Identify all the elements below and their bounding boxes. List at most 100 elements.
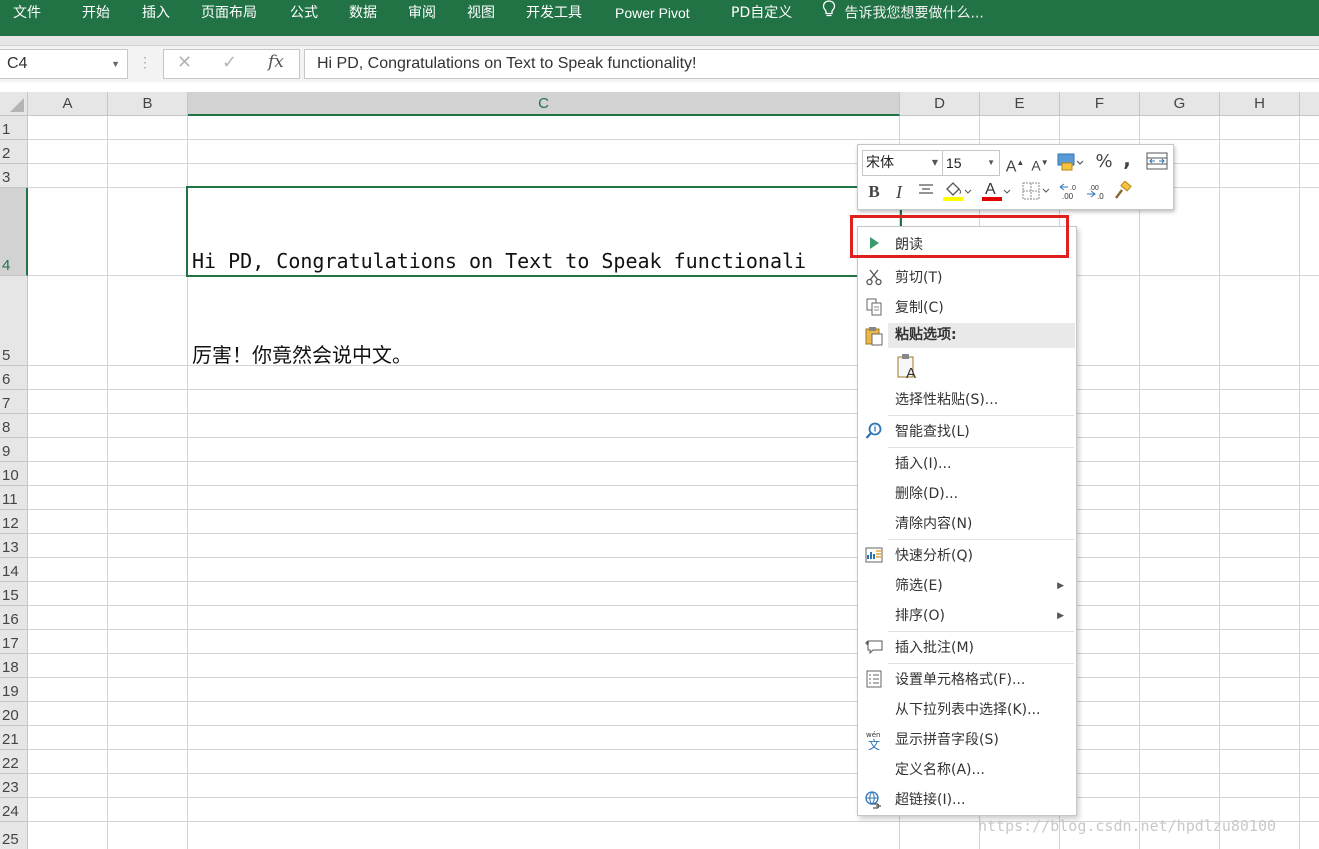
svg-text:A: A (906, 365, 916, 381)
formula-bar-resize-handle[interactable]: · · · (142, 52, 148, 74)
menu-item-delete[interactable]: 删除(D)... (858, 479, 1076, 509)
column-header-d[interactable]: D (900, 92, 980, 116)
row-number: 22 (2, 755, 19, 772)
tab-power-pivot[interactable]: Power Pivot (615, 0, 690, 30)
row-header-25[interactable]: 25 (0, 822, 28, 849)
row-header-6[interactable]: 6 (0, 366, 28, 390)
row-header-7[interactable]: 7 (0, 390, 28, 414)
row-header-9[interactable]: 9 (0, 438, 28, 462)
grid-line (28, 797, 1319, 798)
menu-item-hyperlink[interactable]: 超链接(I)... (858, 785, 1076, 815)
row-header-14[interactable]: 14 (0, 558, 28, 582)
paste-keep-text-only-button[interactable]: A (895, 353, 921, 382)
tab-data[interactable]: 数据 (349, 0, 377, 30)
row-header-21[interactable]: 21 (0, 726, 28, 750)
row-number: 4 (2, 257, 11, 274)
row-header-15[interactable]: 15 (0, 582, 28, 606)
increase-decimal-icon[interactable]: .00.0 (1057, 181, 1083, 207)
increase-font-size-icon[interactable]: A▲ (1005, 152, 1025, 178)
tab-file[interactable]: 文件 (13, 0, 41, 30)
format-cells-icon (864, 670, 884, 690)
row-header-20[interactable]: 20 (0, 702, 28, 726)
format-painter-icon[interactable] (1111, 180, 1135, 207)
menu-item-clear-contents[interactable]: 清除内容(N) (858, 509, 1076, 539)
menu-item-cut[interactable]: 剪切(T) (858, 263, 1076, 293)
row-header-11[interactable]: 11 (0, 486, 28, 510)
row-header-24[interactable]: 24 (0, 798, 28, 822)
merge-center-icon[interactable] (1145, 151, 1169, 177)
tab-page-layout[interactable]: 页面布局 (201, 0, 257, 30)
menu-item-insert-comment[interactable]: 插入批注(M) (858, 633, 1076, 663)
tab-formulas[interactable]: 公式 (290, 0, 318, 30)
comma-style-button[interactable]: , (1120, 148, 1134, 170)
menu-item-copy[interactable]: 复制(C) (858, 293, 1076, 323)
tab-developer[interactable]: 开发工具 (526, 0, 582, 30)
menu-item-format-cells[interactable]: 设置单元格格式(F)... (858, 665, 1076, 695)
row-number: 5 (2, 347, 11, 364)
column-header-h[interactable]: H (1220, 92, 1300, 116)
fill-color-icon[interactable] (941, 180, 973, 208)
row-header-3[interactable]: 3 (0, 164, 28, 188)
row-header-2[interactable]: 2 (0, 140, 28, 164)
row-header-23[interactable]: 23 (0, 774, 28, 798)
row-header-4[interactable]: 4 (0, 188, 28, 276)
row-header-17[interactable]: 17 (0, 630, 28, 654)
column-header-c[interactable]: C (188, 92, 900, 116)
tell-me-search[interactable]: 告诉我您想要做什么... (822, 0, 984, 30)
cell-c5[interactable]: 厉害！你竟然会说中文。 (192, 339, 412, 368)
tab-review[interactable]: 审阅 (408, 0, 436, 30)
row-header-10[interactable]: 10 (0, 462, 28, 486)
row-header-16[interactable]: 16 (0, 606, 28, 630)
menu-item-filter[interactable]: 筛选(E) ▶ (858, 571, 1076, 601)
enter-check-icon[interactable]: ✓ (222, 52, 237, 73)
column-header-b[interactable]: B (108, 92, 188, 116)
menu-item-pick-from-dropdown[interactable]: 从下拉列表中选择(K)... (858, 695, 1076, 725)
paste-options-header: 粘贴选项: (888, 323, 1075, 348)
tab-view[interactable]: 视图 (467, 0, 495, 30)
column-header-partial[interactable] (1300, 92, 1319, 116)
menu-item-insert[interactable]: 插入(I)... (858, 449, 1076, 479)
font-color-icon[interactable]: A (980, 180, 1012, 208)
font-size-dropdown[interactable]: 15 ▼ (942, 150, 1000, 176)
row-header-1[interactable]: 1 (0, 116, 28, 140)
borders-icon[interactable] (1020, 181, 1052, 207)
tab-home[interactable]: 开始 (82, 0, 110, 30)
percent-style-button[interactable]: % (1094, 151, 1114, 173)
cancel-icon[interactable]: ✕ (177, 52, 192, 73)
menu-item-show-phonetic[interactable]: wén 文 显示拼音字段(S) (858, 725, 1076, 755)
column-header-a[interactable]: A (28, 92, 108, 116)
column-header-e[interactable]: E (980, 92, 1060, 116)
formula-input[interactable]: Hi PD, Congratulations on Text to Speak … (304, 49, 1319, 79)
menu-item-smart-lookup[interactable]: 智能查找(L) (858, 417, 1076, 447)
decrease-decimal-icon[interactable]: .00.0 (1084, 181, 1110, 207)
column-header-g[interactable]: G (1140, 92, 1220, 116)
column-header-f[interactable]: F (1060, 92, 1140, 116)
menu-item-label: 清除内容(N) (895, 516, 973, 532)
insert-function-button[interactable]: fx (268, 52, 284, 72)
name-box[interactable]: C4 ▼ (0, 49, 128, 79)
grid-line (28, 725, 1319, 726)
italic-button[interactable]: I (891, 181, 907, 203)
row-header-18[interactable]: 18 (0, 654, 28, 678)
row-header-12[interactable]: 12 (0, 510, 28, 534)
row-number: 14 (2, 563, 19, 580)
cell-styles-icon[interactable] (1055, 151, 1085, 179)
row-header-8[interactable]: 8 (0, 414, 28, 438)
tab-pd-custom[interactable]: PD自定义 (731, 0, 792, 30)
menu-item-define-name[interactable]: 定义名称(A)... (858, 755, 1076, 785)
menu-item-sort[interactable]: 排序(O) ▶ (858, 601, 1076, 631)
menu-item-label: 快速分析(Q) (895, 548, 973, 564)
row-header-5[interactable]: 5 (0, 276, 28, 366)
menu-item-quick-analysis[interactable]: 快速分析(Q) (858, 541, 1076, 571)
font-name-dropdown[interactable]: 宋体 ▼ (862, 150, 943, 176)
chevron-down-icon[interactable]: ▼ (111, 50, 120, 78)
decrease-font-size-icon[interactable]: A▼ (1030, 152, 1050, 177)
align-center-icon[interactable] (915, 182, 937, 204)
row-header-13[interactable]: 13 (0, 534, 28, 558)
tab-insert[interactable]: 插入 (142, 0, 170, 30)
row-header-19[interactable]: 19 (0, 678, 28, 702)
bold-button[interactable]: B (866, 181, 882, 203)
select-all-button[interactable] (0, 92, 28, 116)
menu-item-paste-special[interactable]: 选择性粘贴(S)... (858, 385, 1076, 415)
row-header-22[interactable]: 22 (0, 750, 28, 774)
